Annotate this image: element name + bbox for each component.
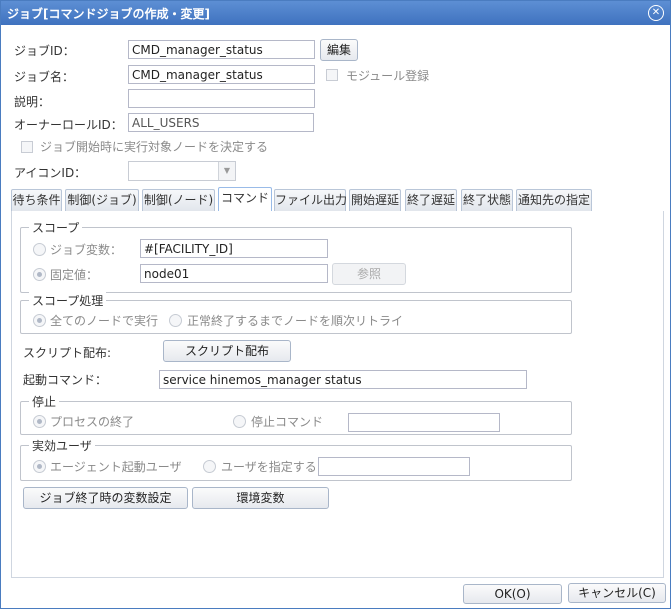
job-id-label: ジョブID： [14,44,75,58]
tab-command[interactable]: コマンド [218,187,272,212]
fixed-value-label: 固定値： [50,268,99,282]
description-label: 説明： [14,95,51,109]
agent-user-radio[interactable] [33,460,46,473]
specify-user-label: ユーザを指定する [221,460,317,474]
owner-role-label: オーナーロールID： [14,118,123,132]
scope-legend: スコープ [29,219,83,236]
tab-end-status[interactable]: 終了状態 [461,189,513,211]
all-nodes-label: 全てのノードで実行 [50,314,159,328]
specify-user-radio[interactable] [203,460,216,473]
job-name-input[interactable]: CMD_manager_status [128,65,315,84]
stop-command-input[interactable] [348,413,500,432]
effective-user-legend: 実効ユーザ [29,437,95,454]
retry-label: 正常終了するまでノードを順次リトライ [187,314,404,328]
script-distribution-label: スクリプト配布: [23,346,112,360]
stop-group: 停止 プロセスの終了 停止コマンド [20,393,572,435]
edit-button[interactable]: 編集 [320,39,358,61]
owner-role-input[interactable]: ALL_USERS [128,113,314,132]
stop-legend: 停止 [29,393,60,410]
scope-processing-group: スコープ処理 全てのノードで実行 正常終了するまでノードを順次リトライ [20,292,572,334]
tab-wait-condition[interactable]: 待ち条件 [11,189,62,211]
job-id-input[interactable]: CMD_manager_status [128,40,315,59]
cancel-button[interactable]: キャンセル(C) [568,583,666,603]
ok-button[interactable]: OK(O) [463,584,562,604]
all-nodes-radio[interactable] [33,314,46,327]
scope-processing-legend: スコープ処理 [29,292,107,309]
agent-user-label: エージェント起動ユーザ [50,460,182,474]
tab-bar: 待ち条件 制御(ジョブ) 制御(ノード) コマンド ファイル出力 開始遅延 終了… [11,187,662,212]
icon-id-combo[interactable]: ▼ [128,161,236,181]
module-register-label: モジュール登録 [346,69,430,83]
effective-user-group: 実効ユーザ エージェント起動ユーザ ユーザを指定する [20,437,572,481]
scope-group: スコープ ジョブ変数： #[FACILITY_ID] 固定値： node01 参… [20,219,572,293]
fixed-value-radio[interactable] [33,268,46,281]
job-name-label: ジョブ名： [14,70,75,84]
decide-node-label: ジョブ開始時に実行対象ノードを決定する [40,140,269,154]
start-command-label: 起動コマンド： [23,373,108,387]
job-dialog: ジョブ[コマンドジョブの作成・変更] ✕ ジョブID： CMD_manager_… [0,0,671,609]
variable-settings-button[interactable]: ジョブ終了時の変数設定 [23,487,188,509]
start-command-input[interactable]: service hinemos_manager status [159,370,527,389]
stop-command-label: 停止コマンド [251,415,324,429]
process-end-radio[interactable] [33,415,46,428]
module-register-checkbox[interactable] [326,69,338,81]
user-input[interactable] [318,457,470,476]
command-tab-panel: スコープ ジョブ変数： #[FACILITY_ID] 固定値： node01 参… [11,211,664,578]
job-var-label: ジョブ変数： [50,243,123,257]
process-end-label: プロセスの終了 [50,415,135,429]
environment-variables-button[interactable]: 環境変数 [192,487,329,509]
script-distribution-button[interactable]: スクリプト配布 [163,340,291,362]
tab-file-output[interactable]: ファイル出力 [274,189,347,211]
chevron-down-icon[interactable]: ▼ [218,162,235,180]
close-icon[interactable]: ✕ [648,5,664,21]
reference-button[interactable]: 参照 [332,263,406,285]
icon-id-label: アイコンID： [14,166,87,180]
tab-start-delay[interactable]: 開始遅延 [349,189,401,211]
decide-node-checkbox[interactable] [21,141,33,153]
description-input[interactable] [128,89,315,108]
tab-control-node[interactable]: 制御(ノード) [142,189,215,211]
title-bar: ジョブ[コマンドジョブの作成・変更] ✕ [1,1,670,25]
fixed-value-input[interactable]: node01 [140,264,328,283]
window-title: ジョブ[コマンドジョブの作成・変更] [7,7,210,21]
stop-command-radio[interactable] [233,415,246,428]
job-var-radio[interactable] [33,243,46,256]
tab-end-delay[interactable]: 終了遅延 [405,189,457,211]
retry-radio[interactable] [169,314,182,327]
tab-control-job[interactable]: 制御(ジョブ) [65,189,139,211]
job-var-input[interactable]: #[FACILITY_ID] [140,239,328,258]
tab-notify[interactable]: 通知先の指定 [516,189,592,211]
